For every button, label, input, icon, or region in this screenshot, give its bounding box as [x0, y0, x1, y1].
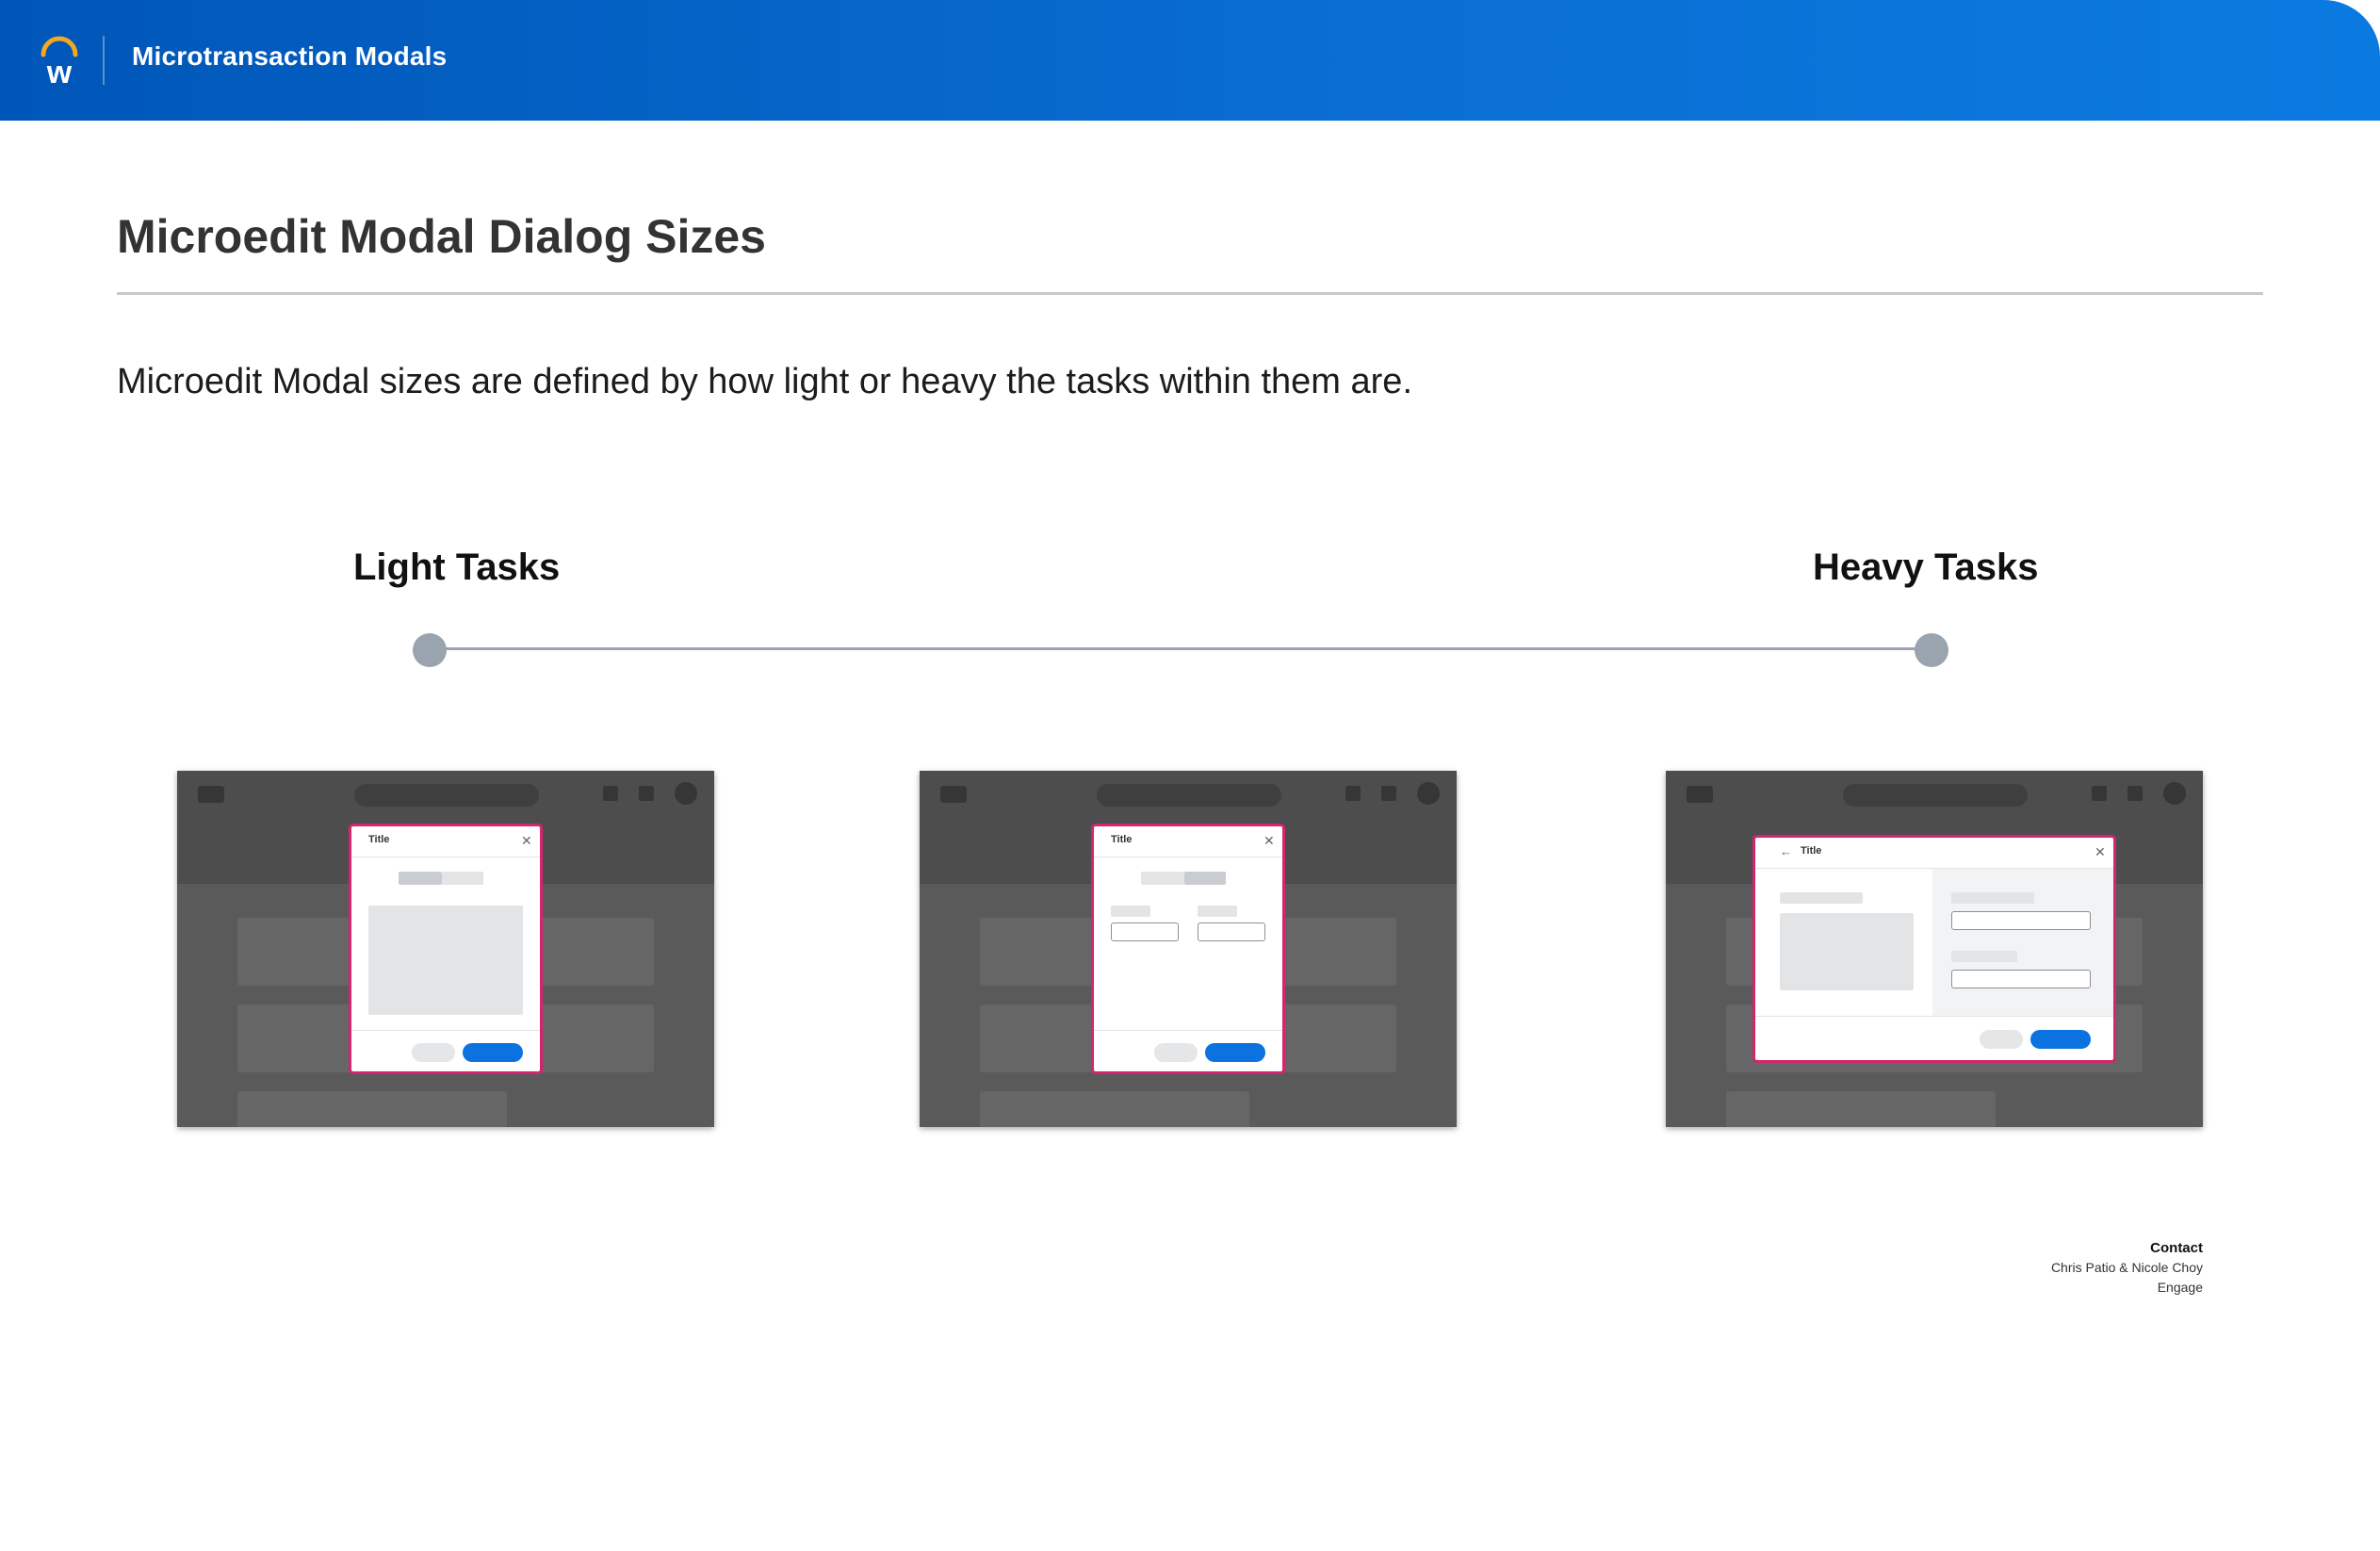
thumb-search-bar: [1843, 784, 2028, 807]
thumb-inbox-icon: [1381, 786, 1396, 801]
title-divider: [117, 292, 2263, 295]
submit-button[interactable]: [1205, 1043, 1265, 1062]
modal-medium: Title ✕: [1091, 824, 1285, 1074]
close-icon[interactable]: ✕: [1263, 834, 1275, 847]
thumb-inbox-icon: [2127, 786, 2143, 801]
modal-footer-divider: [1094, 1030, 1282, 1031]
scale-track: [430, 647, 1932, 650]
thumb-menu-icon: [198, 786, 224, 803]
skeleton-text: [399, 872, 442, 885]
text-field[interactable]: [1111, 922, 1179, 941]
modal-title: Title: [1801, 845, 1822, 857]
modal-thumbnail-large[interactable]: ← Title ✕: [1666, 771, 2203, 1127]
thumb-notification-icon: [603, 786, 618, 801]
skeleton-text: [1141, 872, 1184, 885]
page-description: Microedit Modal sizes are defined by how…: [117, 362, 1412, 401]
contact-block: Contact Chris Patio & Nicole Choy Engage: [2051, 1238, 2203, 1298]
thumb-search-bar: [354, 784, 539, 807]
text-field[interactable]: [1198, 922, 1265, 941]
header-divider: [103, 36, 105, 85]
page-title: Microedit Modal Dialog Sizes: [117, 210, 766, 263]
thumb-bg-card: [980, 1091, 1249, 1127]
thumb-inbox-icon: [639, 786, 654, 801]
close-icon[interactable]: ✕: [2095, 845, 2106, 858]
thumb-menu-icon: [1687, 786, 1713, 803]
skeleton-content-block: [368, 906, 523, 1015]
scale-label-light: Light Tasks: [353, 547, 561, 588]
contact-team: Engage: [2157, 1280, 2203, 1295]
thumb-avatar: [675, 782, 697, 805]
field-label-skeleton: [1111, 906, 1150, 917]
modal-title: Title: [368, 834, 390, 845]
thumb-bg-card: [237, 1091, 507, 1127]
close-icon[interactable]: ✕: [521, 834, 532, 847]
thumb-menu-icon: [940, 786, 967, 803]
scale-end-dot: [1915, 633, 1948, 667]
svg-text:w: w: [46, 55, 73, 87]
scale-start-dot: [413, 633, 447, 667]
thumb-notification-icon: [1345, 786, 1361, 801]
modal-large: ← Title ✕: [1752, 835, 2116, 1063]
cancel-button[interactable]: [412, 1043, 455, 1062]
workday-logo-icon[interactable]: w: [36, 34, 83, 87]
modal-title: Title: [1111, 834, 1133, 845]
modal-small: Title ✕: [349, 824, 543, 1074]
skeleton-text: [1184, 872, 1226, 885]
skeleton-text: [1780, 892, 1863, 904]
modal-thumbnail-small[interactable]: Title ✕: [177, 771, 714, 1127]
cancel-button[interactable]: [1154, 1043, 1198, 1062]
app-header: w Microtransaction Modals: [0, 0, 2380, 121]
thumb-bg-card: [1726, 1091, 1996, 1127]
modal-detail-panel: [1932, 869, 2113, 1016]
modal-footer-divider: [1755, 1016, 2113, 1017]
thumb-avatar: [2163, 782, 2186, 805]
contact-heading: Contact: [2150, 1240, 2203, 1256]
header-title: Microtransaction Modals: [132, 41, 448, 71]
field-label-skeleton: [1951, 892, 2034, 904]
modal-thumbnail-medium[interactable]: Title ✕: [920, 771, 1457, 1127]
thumb-search-bar: [1097, 784, 1281, 807]
field-label-skeleton: [1198, 906, 1237, 917]
skeleton-text: [442, 872, 483, 885]
text-field[interactable]: [1951, 970, 2091, 988]
modal-footer-divider: [351, 1030, 540, 1031]
field-label-skeleton: [1951, 951, 2017, 962]
thumb-notification-icon: [2092, 786, 2107, 801]
submit-button[interactable]: [463, 1043, 523, 1062]
text-field[interactable]: [1951, 911, 2091, 930]
scale-label-heavy: Heavy Tasks: [1813, 547, 2039, 588]
submit-button[interactable]: [2030, 1030, 2091, 1049]
back-arrow-icon[interactable]: ←: [1780, 845, 1792, 858]
contact-names: Chris Patio & Nicole Choy: [2050, 1260, 2203, 1275]
thumb-avatar: [1417, 782, 1440, 805]
cancel-button[interactable]: [1980, 1030, 2023, 1049]
skeleton-content-block: [1780, 913, 1914, 990]
